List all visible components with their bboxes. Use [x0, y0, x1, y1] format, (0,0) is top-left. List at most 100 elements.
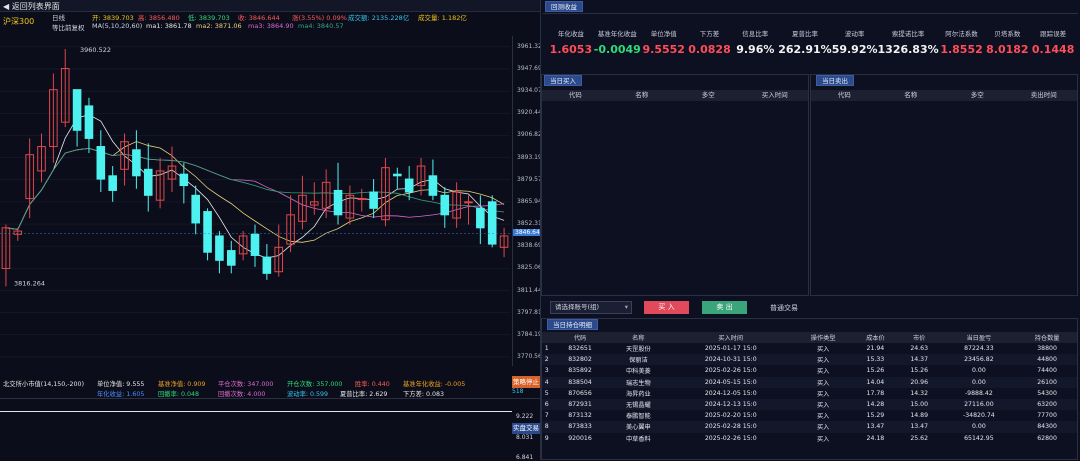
low-annotation: 3816.264: [14, 280, 45, 288]
change-value: 涨(3.55%) 0.09%: [292, 14, 347, 22]
candle-body: [393, 173, 402, 177]
holdings-col-header[interactable]: 当日盈亏: [940, 332, 1018, 343]
table-cell: 24.63: [910, 345, 929, 353]
candle-body: [476, 207, 485, 229]
equity-line: [0, 411, 512, 412]
table-cell: 14.28: [853, 398, 898, 411]
metric-label: 贝塔系数: [994, 30, 1021, 38]
holdings-col-header[interactable]: 市价: [897, 332, 941, 343]
price-axis: 3961.322 3947.697 3934.072 3920.446 3906.821…: [512, 36, 546, 366]
table-cell: 873833: [551, 421, 609, 433]
account-select[interactable]: 请选择账号(组) ▾: [550, 301, 632, 314]
stat-vol: 波动率: 0.599: [287, 391, 329, 398]
metric-1: 基准年化收益 -0.0049: [594, 28, 641, 56]
table-cell: 77700: [1037, 412, 1057, 420]
buy-button[interactable]: 买 入: [644, 301, 689, 314]
stat-trades: 平仓次数: 347.000: [218, 381, 274, 388]
chevron-down-icon: ▾: [624, 303, 628, 311]
metric-label: 下方差: [699, 30, 720, 38]
table-cell: 872931: [551, 398, 609, 411]
metric-value: 8.0182: [986, 43, 1029, 56]
metric-label: 夏普比率: [791, 30, 818, 38]
table-cell: 2025-02-26 15:0: [704, 367, 757, 375]
holdings-col-header[interactable]: 成本价: [853, 332, 898, 343]
holdings-col-header[interactable]: 买入时间: [668, 332, 794, 343]
table-cell: 63200: [1017, 398, 1077, 411]
table-cell: 5: [544, 389, 549, 397]
table-cell: 买入: [816, 346, 830, 354]
table-row[interactable]: 4 838504 瑞志生物 2024-05-15 15:0 买入 14.04 20.96 0.…: [542, 376, 1077, 388]
index-name: 沪深300: [3, 17, 35, 26]
table-cell: 74400: [1037, 367, 1057, 375]
stat-ret: 年化收益: 1.605: [97, 391, 145, 398]
holdings-col-header[interactable]: 持仓数量: [1017, 332, 1077, 343]
candle-body: [226, 250, 236, 266]
table-row[interactable]: 3 835892 中科美菱 2025-02-26 15:0 买入 15.26 15.26 0.…: [542, 365, 1077, 376]
candle-body: [428, 175, 438, 196]
table-row[interactable]: 5 870656 海昇药业 2024-12-05 15:0 买入 17.78 14.32 -9…: [542, 388, 1077, 399]
table-row[interactable]: 6 872931 无锡晶耀 2024-12-13 15:0 买入 14.28 15.00 27…: [542, 398, 1077, 411]
table-row[interactable]: 8 873833 美心翼申 2025-02-28 15:0 买入 13.47 13.47 0.…: [542, 421, 1077, 433]
table-cell: 9: [544, 434, 549, 442]
candle-body: [84, 105, 94, 139]
holdings-header-row: 代码 名称 买入时间 操作类型 成本价 市价 当日盈亏 持仓数量: [542, 332, 1077, 343]
table-cell: 54300: [1037, 389, 1057, 397]
table-cell: 0.00: [971, 367, 986, 375]
col-code: 代码: [568, 91, 582, 99]
tab-buy[interactable]: 当日买入: [544, 75, 582, 86]
table-cell: 中科美菱: [625, 368, 651, 376]
sell-button[interactable]: 卖 出: [702, 301, 747, 314]
candle-body: [333, 189, 343, 216]
tab-backtest[interactable]: 回测收益: [545, 1, 583, 12]
table-cell: 泰鹏智能: [625, 413, 651, 421]
table-cell: 买入: [816, 390, 830, 398]
table-cell: 8: [542, 421, 552, 433]
equity-panel: 9.222 实盘交易 8.031 6.841: [0, 398, 540, 461]
col-side: 多空: [701, 91, 715, 99]
col-sell-time: 卖出时间: [1030, 91, 1057, 99]
col-code: 代码: [837, 91, 851, 99]
holdings-col-header[interactable]: 名称: [608, 332, 669, 343]
candle-body: [487, 201, 497, 245]
table-row[interactable]: 9 920016 中草香料 2025-02-26 15:0 买入 24.18 25.62 65…: [542, 433, 1077, 444]
table-cell: 天罡股份: [625, 346, 651, 354]
stat-maxdd: 回撤次数: 4.000: [218, 391, 266, 398]
metric-label: 索提诺比率: [891, 30, 925, 38]
table-cell: 87224.33: [964, 345, 994, 353]
candle-body: [404, 178, 414, 193]
equity-tick-2: 8.031: [516, 434, 534, 441]
metric-10: 跟踪误差 0.1448: [1030, 28, 1076, 56]
ma1-value: ma1: 3861.78: [146, 22, 192, 30]
holdings-col-header[interactable]: 操作类型: [793, 332, 853, 343]
open-value: 开: 3839.703: [92, 14, 134, 22]
table-cell: 买入: [816, 413, 830, 421]
table-cell: 38800: [1037, 345, 1057, 353]
candlestick-chart[interactable]: 3960.522 3816.264: [0, 36, 540, 376]
back-button[interactable]: ◀ 返回列表界面: [3, 1, 60, 12]
sell-panel: 当日卖出 代码 名称 多空 卖出时间: [810, 74, 1078, 296]
strategy-name: 北交所小市值(14,150,-200): [3, 381, 85, 388]
table-cell: 2024-12-05 15:0: [704, 389, 757, 397]
tab-sell[interactable]: 当日卖出: [816, 75, 854, 86]
holdings-col-header[interactable]: [542, 332, 552, 343]
stop-strategy-badge[interactable]: 策略停止: [512, 376, 540, 388]
holdings-col-header[interactable]: 代码: [551, 332, 609, 343]
table-row[interactable]: 2 832802 保丽洁 2024-10-31 15:0 买入 15.33 14.37 234…: [542, 354, 1077, 366]
live-trade-badge[interactable]: 实盘交易: [512, 423, 540, 434]
table-row[interactable]: 1 832651 天罡股份 2025-01-17 15:0 买入 21.94 24.63 87…: [542, 343, 1077, 354]
table-cell: 17.78: [866, 389, 885, 397]
table-cell: 835892: [568, 367, 592, 375]
table-row[interactable]: 7 873132 泰鹏智能 2025-02-20 15:0 买入 15.29 14.89 -3…: [542, 410, 1077, 421]
low-value: 低: 3839.703: [188, 14, 230, 22]
volume-value: 成交量: 1.182亿: [418, 14, 467, 22]
table-cell: 2: [542, 354, 552, 366]
normal-trade-label[interactable]: 普通交易: [770, 303, 798, 313]
tab-holdings[interactable]: 当日持仓明细: [547, 319, 598, 330]
table-cell: 15.26: [910, 367, 929, 375]
table-cell: 0.00: [940, 376, 1018, 388]
adj-label: 等比前复权: [52, 24, 85, 32]
candle-body: [96, 146, 106, 180]
table-cell: 65142.95: [964, 434, 994, 442]
table-cell: 2024-12-13 15:0: [668, 398, 794, 411]
table-cell: 15.00: [897, 398, 941, 411]
